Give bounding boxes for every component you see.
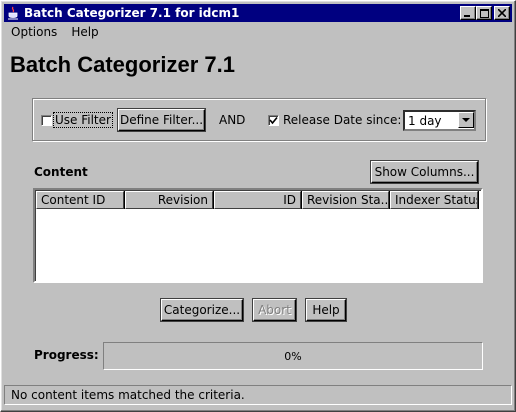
help-button[interactable]: Help <box>305 298 347 322</box>
release-date-value: 1 day <box>408 114 442 128</box>
window-title: Batch Categorizer 7.1 for idcm1 <box>24 6 240 20</box>
progress-bar: 0% <box>103 342 483 370</box>
menu-bar: Options Help <box>4 23 106 41</box>
java-cup-icon[interactable] <box>6 6 20 20</box>
status-bar: No content items matched the criteria. <box>4 385 512 405</box>
use-filter-checkbox[interactable] <box>41 115 52 126</box>
table-header: Content ID Revision ID Revision Sta... I… <box>36 191 479 209</box>
column-header-id[interactable]: ID <box>214 191 301 209</box>
minimize-button[interactable] <box>460 6 476 20</box>
release-date-checkbox[interactable] <box>268 115 279 126</box>
show-columns-button[interactable]: Show Columns... <box>370 160 479 184</box>
define-filter-button[interactable]: Define Filter... <box>117 108 206 132</box>
progress-text: 0% <box>284 349 302 363</box>
title-bar[interactable]: Batch Categorizer 7.1 for idcm1 <box>4 4 512 22</box>
release-date-label[interactable]: Release Date since: <box>283 113 401 127</box>
abort-button[interactable]: Abort <box>252 298 297 322</box>
checkmark-icon <box>269 116 278 125</box>
use-filter-label[interactable]: Use Filter <box>53 112 113 128</box>
release-date-select[interactable]: 1 day <box>403 110 476 131</box>
window-controls <box>460 6 510 20</box>
minimize-icon <box>464 15 470 17</box>
maximize-button[interactable] <box>476 6 492 20</box>
column-header-revision-status[interactable]: Revision Sta... <box>302 191 389 209</box>
app-window: Batch Categorizer 7.1 for idcm1 Options … <box>0 0 516 412</box>
close-button[interactable] <box>494 6 510 20</box>
column-header-revision[interactable]: Revision <box>125 191 213 209</box>
column-header-content-id[interactable]: Content ID <box>36 191 124 209</box>
content-section-label: Content <box>34 165 88 179</box>
maximize-icon <box>479 8 489 18</box>
menu-options[interactable]: Options <box>4 25 64 39</box>
categorize-button[interactable]: Categorize... <box>160 298 244 322</box>
chevron-down-icon <box>462 117 470 122</box>
close-icon <box>498 9 506 17</box>
and-label: AND <box>219 113 246 127</box>
status-message: No content items matched the criteria. <box>11 388 245 402</box>
column-header-indexer-status[interactable]: Indexer Status <box>390 191 478 209</box>
page-title: Batch Categorizer 7.1 <box>10 52 235 77</box>
progress-label: Progress: <box>34 348 99 362</box>
menu-help[interactable]: Help <box>64 25 105 39</box>
dropdown-button[interactable] <box>458 112 474 128</box>
content-table[interactable]: Content ID Revision ID Revision Sta... I… <box>33 188 483 283</box>
